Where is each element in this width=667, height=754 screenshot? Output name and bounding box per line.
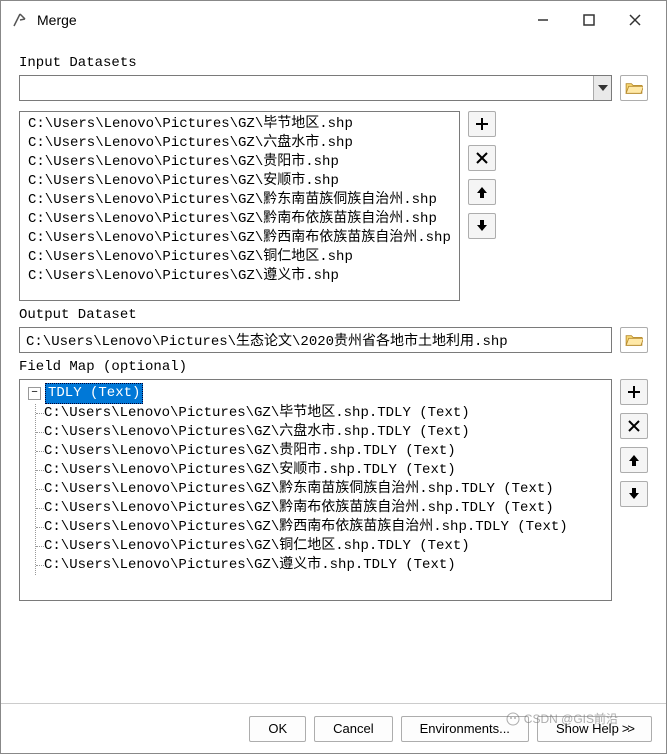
tree-child-node[interactable]: C:\Users\Lenovo\Pictures\GZ\黔南布依族苗族自治州.s…	[36, 499, 603, 518]
tree-root-label[interactable]: TDLY (Text)	[45, 383, 143, 404]
remove-row-button[interactable]	[468, 145, 496, 171]
tree-child-node[interactable]: C:\Users\Lenovo\Pictures\GZ\铜仁地区.shp.TDL…	[36, 537, 603, 556]
environments-button[interactable]: Environments...	[401, 716, 529, 742]
tree-child-node[interactable]: C:\Users\Lenovo\Pictures\GZ\毕节地区.shp.TDL…	[36, 404, 603, 423]
minimize-button[interactable]	[520, 4, 566, 36]
fieldmap-up-button[interactable]	[620, 447, 648, 473]
move-up-button[interactable]	[468, 179, 496, 205]
field-map-tree[interactable]: − TDLY (Text) C:\Users\Lenovo\Pictures\G…	[19, 379, 612, 601]
content-area: Input Datasets C:\Users\Lenovo\Pictures\…	[1, 39, 666, 703]
cancel-button[interactable]: Cancel	[314, 716, 392, 742]
maximize-button[interactable]	[566, 4, 612, 36]
titlebar: Merge	[1, 1, 666, 39]
list-item[interactable]: C:\Users\Lenovo\Pictures\GZ\贵阳市.shp	[28, 153, 451, 172]
tree-child-node[interactable]: C:\Users\Lenovo\Pictures\GZ\安顺市.shp.TDLY…	[36, 461, 603, 480]
ok-button[interactable]: OK	[249, 716, 306, 742]
fieldmap-add-button[interactable]	[620, 379, 648, 405]
tree-child-node[interactable]: C:\Users\Lenovo\Pictures\GZ\遵义市.shp.TDLY…	[36, 556, 603, 575]
output-dataset-input[interactable]	[19, 327, 612, 353]
add-row-button[interactable]	[468, 111, 496, 137]
output-dataset-label: Output Dataset	[19, 307, 648, 323]
input-datasets-label: Input Datasets	[19, 55, 648, 71]
window-title: Merge	[37, 12, 520, 28]
tree-child-node[interactable]: C:\Users\Lenovo\Pictures\GZ\贵阳市.shp.TDLY…	[36, 442, 603, 461]
merge-window: Merge Input Datasets C:\Users\Lenovo\Pic…	[0, 0, 667, 754]
browse-input-button[interactable]	[620, 75, 648, 101]
fieldmap-down-button[interactable]	[620, 481, 648, 507]
show-help-button[interactable]: Show Help >>	[537, 716, 652, 742]
close-button[interactable]	[612, 4, 658, 36]
list-item[interactable]: C:\Users\Lenovo\Pictures\GZ\毕节地区.shp	[28, 115, 451, 134]
input-dataset-combobox[interactable]	[19, 75, 612, 101]
tree-child-node[interactable]: C:\Users\Lenovo\Pictures\GZ\黔西南布依族苗族自治州.…	[36, 518, 603, 537]
field-map-label: Field Map (optional)	[19, 359, 648, 375]
chevron-right-icon: >>	[622, 721, 633, 736]
input-datasets-list[interactable]: C:\Users\Lenovo\Pictures\GZ\毕节地区.shpC:\U…	[19, 111, 460, 301]
bottom-bar: OK Cancel Environments... Show Help >>	[1, 703, 666, 753]
tree-root-node[interactable]: − TDLY (Text)	[28, 383, 603, 404]
show-help-label: Show Help	[556, 721, 619, 736]
list-item[interactable]: C:\Users\Lenovo\Pictures\GZ\安顺市.shp	[28, 172, 451, 191]
list-item[interactable]: C:\Users\Lenovo\Pictures\GZ\黔南布依族苗族自治州.s…	[28, 210, 451, 229]
move-down-button[interactable]	[468, 213, 496, 239]
list-item[interactable]: C:\Users\Lenovo\Pictures\GZ\六盘水市.shp	[28, 134, 451, 153]
tree-child-node[interactable]: C:\Users\Lenovo\Pictures\GZ\黔东南苗族侗族自治州.s…	[36, 480, 603, 499]
input-dataset-input[interactable]	[20, 76, 593, 100]
fieldmap-remove-button[interactable]	[620, 413, 648, 439]
list-item[interactable]: C:\Users\Lenovo\Pictures\GZ\铜仁地区.shp	[28, 248, 451, 267]
app-icon	[11, 11, 29, 29]
list-item[interactable]: C:\Users\Lenovo\Pictures\GZ\遵义市.shp	[28, 267, 451, 286]
dropdown-icon[interactable]	[593, 76, 611, 100]
collapse-icon[interactable]: −	[28, 387, 41, 400]
list-item[interactable]: C:\Users\Lenovo\Pictures\GZ\黔东南苗族侗族自治州.s…	[28, 191, 451, 210]
browse-output-button[interactable]	[620, 327, 648, 353]
list-item[interactable]: C:\Users\Lenovo\Pictures\GZ\黔西南布依族苗族自治州.…	[28, 229, 451, 248]
tree-child-node[interactable]: C:\Users\Lenovo\Pictures\GZ\六盘水市.shp.TDL…	[36, 423, 603, 442]
